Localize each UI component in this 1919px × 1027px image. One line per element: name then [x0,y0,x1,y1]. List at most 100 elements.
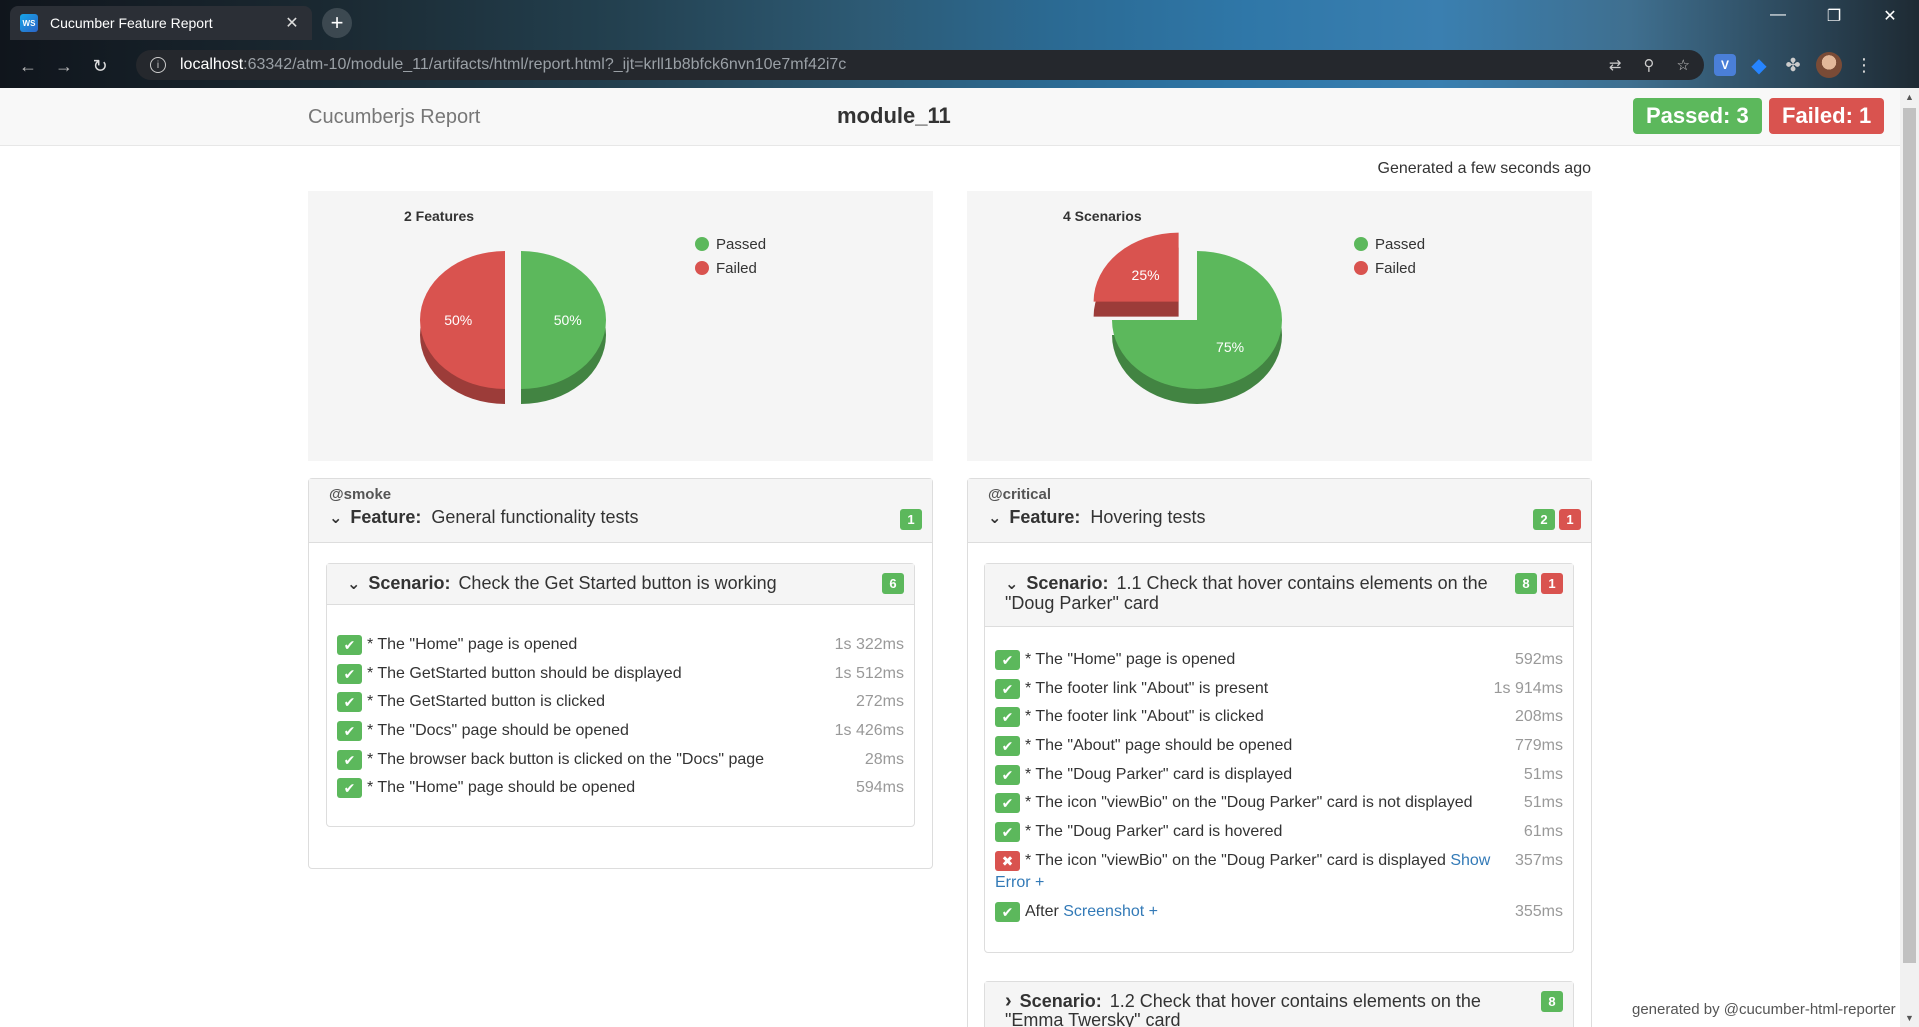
forward-icon[interactable]: → [46,56,82,77]
step-text: * The "Home" page should be opened [367,779,636,797]
legend-marker-failed [695,261,709,275]
step-text: * The GetStarted button should be displa… [367,664,682,682]
check-icon: ✔ [995,678,1020,699]
step-row: ✔ * The footer link "About" is clicked 208… [995,706,1563,735]
check-icon: ✔ [995,736,1020,757]
failed-badge: Failed: 1 [1769,98,1885,134]
zoom-icon[interactable]: ⚲ [1644,56,1655,74]
check-icon: ✔ [337,663,362,684]
feature-name: General functionality tests [431,507,639,527]
screenshot-link[interactable]: Screenshot + [1063,903,1158,920]
step-duration: 51ms [1523,765,1563,783]
browser-menu-icon[interactable]: ⋮ [1854,55,1874,76]
feature-tag: @critical [988,486,1051,503]
chevron-down-icon[interactable]: ⌄ [347,575,360,594]
scenario-panel: ⌄ Scenario: 1.1 Check that hover contains … [984,563,1574,953]
minimize-icon[interactable]: — [1758,6,1798,24]
scenario-header[interactable]: ⌄ Scenario: 1.1 Check that hover contains … [985,564,1573,627]
check-icon: ✔ [337,778,362,799]
step-text: * The GetStarted button is clicked [367,693,606,711]
step-row: ✔ * The "Home" page should be opened 594ms [337,777,904,806]
scenario-name: Check the Get Started button is working [458,573,777,593]
chevron-right-icon[interactable]: › [1005,991,1012,1011]
step-row: ✔ * The browser back button is clicked on… [337,749,904,778]
extension-v-icon[interactable]: V [1714,54,1736,76]
step-duration: 592ms [1514,651,1563,668]
translate-icon[interactable]: ⇄ [1609,56,1622,74]
step-row: ✔ * The "Docs" page should be opened 1s 42… [337,720,904,749]
address-bar[interactable]: i localhost:63342/atm-10/module_11/artif… [136,50,1704,80]
step-text: * The "About" page should be opened [1025,737,1293,755]
step-text: * The browser back button is clicked on … [367,750,765,768]
generated-by-footer: generated by @cucumber-html-reporter [1632,1001,1896,1018]
feature-header[interactable]: @smoke ⌄ Feature: General functionality … [309,479,932,543]
scrollbar-thumb[interactable] [1903,108,1916,963]
step-row: ✔ * The "Doug Parker" card is displayed 51… [995,764,1563,793]
step-text: After [1025,902,1059,920]
bookmark-star-icon[interactable]: ☆ [1677,56,1690,74]
scroll-up-icon[interactable]: ▲ [1900,92,1919,102]
scenario-keyword: Scenario: [1019,991,1102,1011]
extensions-puzzle-icon[interactable]: ✤ [1782,54,1804,76]
feature-keyword: Feature: [350,507,422,527]
reload-icon[interactable]: ↻ [82,56,118,77]
legend-label-failed: Failed [716,260,757,277]
passed-count-badge: 2 [1533,509,1555,530]
step-duration: 51ms [1523,794,1563,812]
legend-label-passed: Passed [1375,236,1425,253]
back-icon[interactable]: ← [10,56,46,77]
feature-keyword: Feature: [1009,507,1081,527]
step-text: * The "Docs" page should be opened [367,722,629,740]
feature-tag: @smoke [329,486,392,503]
scenarios-chart-panel: 4 Scenarios 75% 25% Passed Failed [967,191,1592,461]
scroll-down-icon[interactable]: ▼ [1900,1013,1919,1023]
passed-count-badge: 8 [1515,573,1537,594]
features-chart-panel: 2 Features 50% 50% Passed Failed [308,191,933,461]
check-icon: ✔ [995,822,1020,843]
step-text: * The icon "viewBio" on the "Doug Parker… [1025,851,1446,869]
failed-count-badge: 1 [1559,509,1581,530]
scenario-header[interactable]: ⌄ Scenario: Check the Get Started button i… [327,564,914,605]
new-tab-button[interactable]: + [322,8,352,38]
check-icon: ✔ [337,692,362,713]
scenario-header[interactable]: › Scenario: 1.2 Check that hover contains … [985,982,1573,1027]
step-duration: 61ms [1523,823,1563,841]
close-window-icon[interactable]: ✕ [1870,6,1910,26]
browser-chrome: WS Cucumber Feature Report ✕ + — ❐ ✕ ← →… [0,0,1919,88]
chevron-down-icon[interactable]: ⌄ [329,508,342,528]
jira-extension-icon[interactable]: ◆ [1748,54,1770,77]
check-icon: ✔ [995,901,1020,922]
feature-header[interactable]: @critical ⌄ Feature: Hovering tests 2 1 [968,479,1591,543]
check-icon: ✔ [995,650,1020,670]
legend-label-passed: Passed [716,236,766,253]
step-list: ✔ * The "Home" page is opened 592ms ✔ * The… [985,627,1573,930]
page-scrollbar[interactable]: ▲ ▼ [1900,88,1919,1027]
chevron-down-icon[interactable]: ⌄ [1005,575,1018,594]
step-row: ✔ * The "Doug Parker" card is hovered 61ms [995,821,1563,850]
profile-avatar[interactable] [1816,52,1842,78]
check-icon: ✔ [337,721,362,742]
site-info-icon[interactable]: i [150,57,166,73]
chevron-down-icon[interactable]: ⌄ [988,508,1001,528]
step-text: * The "Doug Parker" card is hovered [1025,823,1283,841]
check-icon: ✔ [337,749,362,770]
passed-count-badge: 8 [1541,991,1563,1012]
close-tab-icon[interactable]: ✕ [282,13,302,33]
step-text: * The footer link "About" is present [1025,679,1269,697]
report-brand[interactable]: Cucumberjs Report [308,106,480,129]
legend-marker-passed [1354,237,1368,251]
step-row: ✔ * The "Home" page is opened 1s 322ms [337,634,904,663]
browser-tab[interactable]: WS Cucumber Feature Report ✕ [10,6,312,40]
step-duration: 28ms [864,750,904,768]
check-icon: ✔ [995,793,1020,814]
feature-panel-smoke: @smoke ⌄ Feature: General functionality … [308,478,933,869]
step-text: * The "Doug Parker" card is displayed [1025,765,1293,783]
restore-icon[interactable]: ❐ [1814,6,1854,26]
step-row: ✔ * The GetStarted button is clicked 272ms [337,691,904,720]
failed-count-badge: 1 [1541,573,1563,594]
passed-count-badge: 1 [900,509,922,530]
check-icon: ✔ [995,764,1020,785]
chart-title: 2 Features [404,208,474,224]
url-path: :63342/atm-10/module_11/artifacts/html/r… [243,56,847,73]
step-row: ✔ * The "About" page should be opened 779m… [995,735,1563,764]
